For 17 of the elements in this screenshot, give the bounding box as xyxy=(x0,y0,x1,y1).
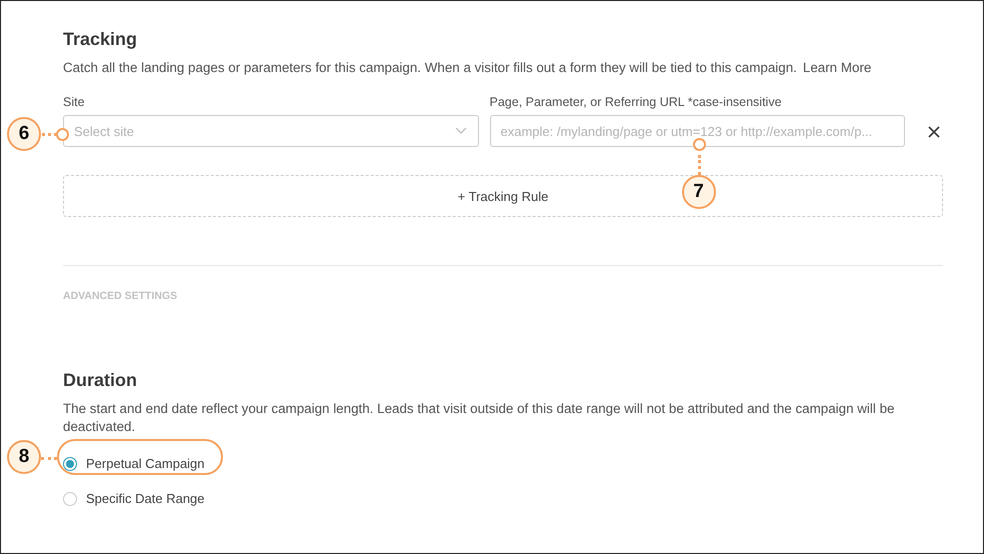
url-field[interactable]: example: /mylanding/page or utm=123 or http://example.com/p... xyxy=(490,115,905,147)
radio-option[interactable]: Specific Date Range xyxy=(63,491,205,506)
callout-number: 8 xyxy=(7,440,41,474)
site-select[interactable]: Select site xyxy=(63,115,478,147)
learn-more-link[interactable]: Learn More xyxy=(802,60,872,75)
radio-button[interactable] xyxy=(63,492,77,506)
section-title: Tracking xyxy=(63,29,138,50)
callout-number: 6 xyxy=(7,117,41,151)
section-description: The start and end date reflect your campaign length. Leads that visit outside of this date range will not be attributed and the campaign will be deactivated. xyxy=(63,400,896,436)
section-description: Catch all the landing pages or parameters for this campaign. When a visitor fills out a form they will be tied to this campaign. Learn More xyxy=(63,59,872,77)
close-button[interactable] xyxy=(926,124,942,140)
section-title: Duration xyxy=(63,370,138,391)
chevron-down-icon xyxy=(454,127,466,135)
radio-button[interactable] xyxy=(63,456,77,470)
field-label: Site xyxy=(63,95,85,109)
radio-option[interactable]: Perpetual Campaign xyxy=(63,456,205,471)
field-label: Page, Parameter, or Referring URL *case-insensitive xyxy=(490,95,782,109)
